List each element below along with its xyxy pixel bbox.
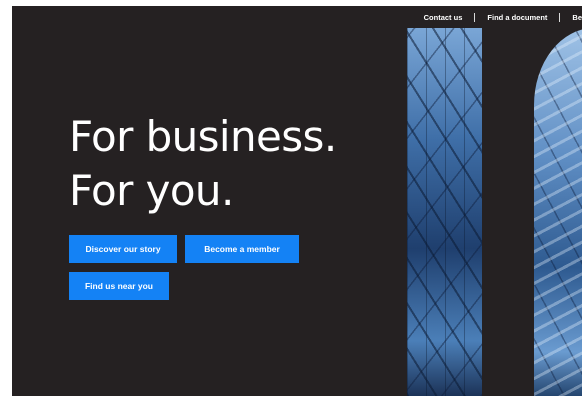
nav-contact-us[interactable]: Contact us [424, 13, 463, 22]
hero-title-line-1: For business. [69, 112, 337, 161]
hero-title: For business. For you. [69, 110, 337, 218]
become-a-member-button[interactable]: Become a member [185, 235, 299, 263]
building-image-left [407, 28, 482, 396]
building-image-right [534, 28, 582, 396]
discover-our-story-button[interactable]: Discover our story [69, 235, 177, 263]
hero-title-line-2: For you. [69, 166, 234, 215]
hero-section: Contact us Find a document Be For busine… [12, 6, 582, 396]
nav-separator [474, 12, 476, 22]
nav-find-a-document[interactable]: Find a document [487, 13, 547, 22]
find-us-near-you-button[interactable]: Find us near you [69, 272, 169, 300]
nav-become-member-truncated[interactable]: Be [572, 13, 582, 22]
utility-nav: Contact us Find a document Be [424, 6, 582, 28]
nav-separator [559, 12, 561, 22]
